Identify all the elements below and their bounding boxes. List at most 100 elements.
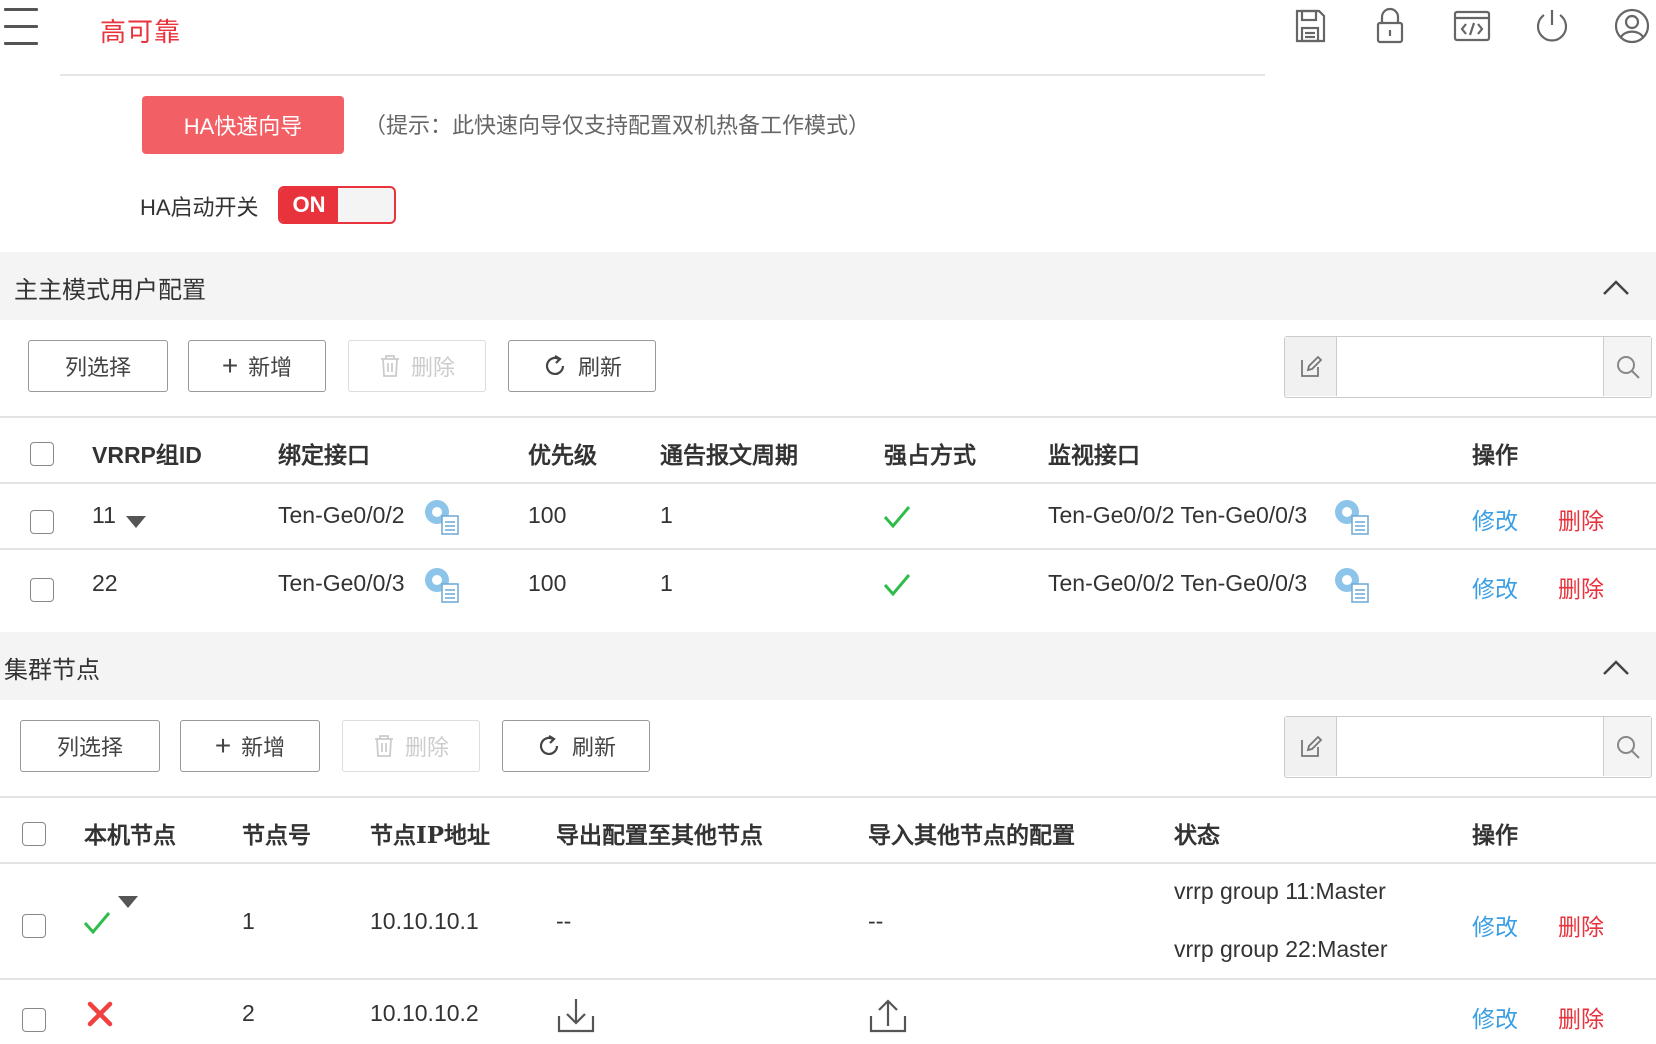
page-title: 高可靠: [100, 18, 182, 48]
delete-link[interactable]: 删除: [1558, 570, 1604, 604]
trash-icon: [374, 735, 393, 757]
search-box: [1284, 716, 1652, 778]
column-header[interactable]: 通告报文周期: [660, 436, 798, 470]
row-checkbox[interactable]: [30, 578, 54, 602]
top-divider: [60, 74, 1265, 76]
expand-triangle-icon[interactable]: [118, 896, 138, 908]
column-select-button[interactable]: 列选择: [20, 720, 160, 772]
edit-link[interactable]: 修改: [1472, 1000, 1518, 1034]
monitor-interfaces: Ten-Ge0/0/2 Ten-Ge0/0/3: [1048, 502, 1308, 528]
add-button[interactable]: + 新增: [180, 720, 320, 772]
divider: [0, 482, 1656, 484]
edit-icon[interactable]: [1285, 337, 1337, 396]
ha-toggle-switch[interactable]: ON: [278, 186, 396, 224]
section-title: 集群节点: [4, 656, 100, 684]
delete-link[interactable]: 删除: [1558, 908, 1604, 942]
column-header[interactable]: 优先级: [528, 436, 597, 470]
refresh-icon: [539, 735, 559, 755]
column-header[interactable]: 导入其他节点的配置: [868, 816, 1075, 850]
delete-button[interactable]: 删除: [348, 340, 486, 392]
interface-settings-icon[interactable]: [1332, 496, 1372, 536]
user-icon[interactable]: [1610, 4, 1654, 48]
column-select-button[interactable]: 列选择: [28, 340, 168, 392]
divider: [0, 548, 1656, 550]
node-ip: 10.10.10.2: [370, 1000, 479, 1026]
search-input[interactable]: [1339, 719, 1599, 774]
add-button[interactable]: + 新增: [188, 340, 326, 392]
menu-icon[interactable]: [4, 6, 38, 48]
refresh-button[interactable]: 刷新: [508, 340, 656, 392]
chevron-up-icon[interactable]: [1600, 652, 1632, 684]
interface-settings-icon[interactable]: [422, 496, 462, 536]
search-box: [1284, 336, 1652, 398]
delete-button[interactable]: 删除: [342, 720, 480, 772]
priority: 100: [528, 570, 567, 596]
switch-state: ON: [280, 188, 338, 222]
save-icon[interactable]: [1288, 4, 1332, 48]
advert-period: 1: [660, 502, 673, 528]
search-icon[interactable]: [1603, 337, 1651, 396]
bound-interface: Ten-Ge0/0/2: [278, 502, 405, 528]
check-icon: [883, 506, 911, 529]
edit-link[interactable]: 修改: [1472, 908, 1518, 942]
column-header[interactable]: 节点号: [242, 816, 311, 850]
refresh-button[interactable]: 刷新: [502, 720, 650, 772]
select-all-checkbox[interactable]: [22, 822, 46, 846]
add-label: 新增: [241, 735, 286, 760]
refresh-icon: [545, 355, 565, 375]
wizard-hint: （提示：此快速向导仅支持配置双机热备工作模式）: [364, 114, 871, 139]
column-header[interactable]: 状态: [1174, 816, 1220, 850]
divider: [0, 862, 1656, 864]
power-icon[interactable]: [1530, 4, 1574, 48]
row-checkbox[interactable]: [22, 914, 46, 938]
export-config: --: [556, 908, 572, 934]
delete-link[interactable]: 删除: [1558, 1000, 1604, 1034]
edit-icon[interactable]: [1285, 717, 1337, 776]
column-select-label: 列选择: [64, 355, 131, 380]
column-header: 操作: [1472, 822, 1518, 849]
section-title: 主主模式用户配置: [14, 276, 206, 304]
download-icon[interactable]: [556, 996, 596, 1034]
column-header[interactable]: VRRP组ID: [92, 436, 202, 470]
plus-icon: +: [221, 350, 239, 381]
node-status-line: vrrp group 22:Master: [1174, 936, 1388, 962]
add-label: 新增: [248, 355, 293, 380]
row-checkbox[interactable]: [30, 510, 54, 534]
lock-icon[interactable]: [1368, 4, 1412, 48]
search-input[interactable]: [1339, 339, 1599, 394]
ha-wizard-button[interactable]: HA快速向导: [142, 96, 344, 154]
monitor-interfaces: Ten-Ge0/0/2 Ten-Ge0/0/3: [1048, 570, 1308, 596]
vrrp-id: 11: [92, 502, 116, 528]
plus-icon: +: [214, 730, 232, 761]
node-ip: 10.10.10.1: [370, 908, 479, 934]
delete-label: 删除: [410, 355, 455, 380]
column-header[interactable]: 本机节点: [84, 816, 176, 850]
column-header[interactable]: 节点IP地址: [370, 816, 490, 850]
trash-icon: [380, 355, 399, 377]
code-window-icon[interactable]: [1450, 4, 1494, 48]
edit-link[interactable]: 修改: [1472, 502, 1518, 536]
interface-settings-icon[interactable]: [1332, 564, 1372, 604]
column-header[interactable]: 绑定接口: [278, 436, 370, 470]
section-header-active-active[interactable]: 主主模式用户配置: [0, 252, 1656, 320]
refresh-label: 刷新: [577, 355, 622, 380]
search-icon[interactable]: [1603, 717, 1651, 776]
node-number: 1: [242, 908, 255, 934]
upload-icon[interactable]: [868, 996, 908, 1034]
select-all-checkbox[interactable]: [30, 442, 54, 466]
row-checkbox[interactable]: [22, 1008, 46, 1032]
edit-link[interactable]: 修改: [1472, 570, 1518, 604]
expand-triangle-icon[interactable]: [126, 516, 146, 528]
column-header[interactable]: 导出配置至其他节点: [556, 816, 763, 850]
column-header[interactable]: 监视接口: [1048, 436, 1140, 470]
import-config: --: [868, 908, 884, 934]
bound-interface: Ten-Ge0/0/3: [278, 570, 405, 596]
divider: [0, 978, 1656, 980]
chevron-up-icon[interactable]: [1600, 272, 1632, 304]
refresh-label: 刷新: [571, 735, 616, 760]
column-header[interactable]: 强占方式: [884, 436, 976, 470]
delete-link[interactable]: 删除: [1558, 502, 1604, 536]
section-header-cluster-nodes[interactable]: 集群节点: [0, 632, 1656, 700]
close-icon: [87, 1001, 113, 1027]
interface-settings-icon[interactable]: [422, 564, 462, 604]
